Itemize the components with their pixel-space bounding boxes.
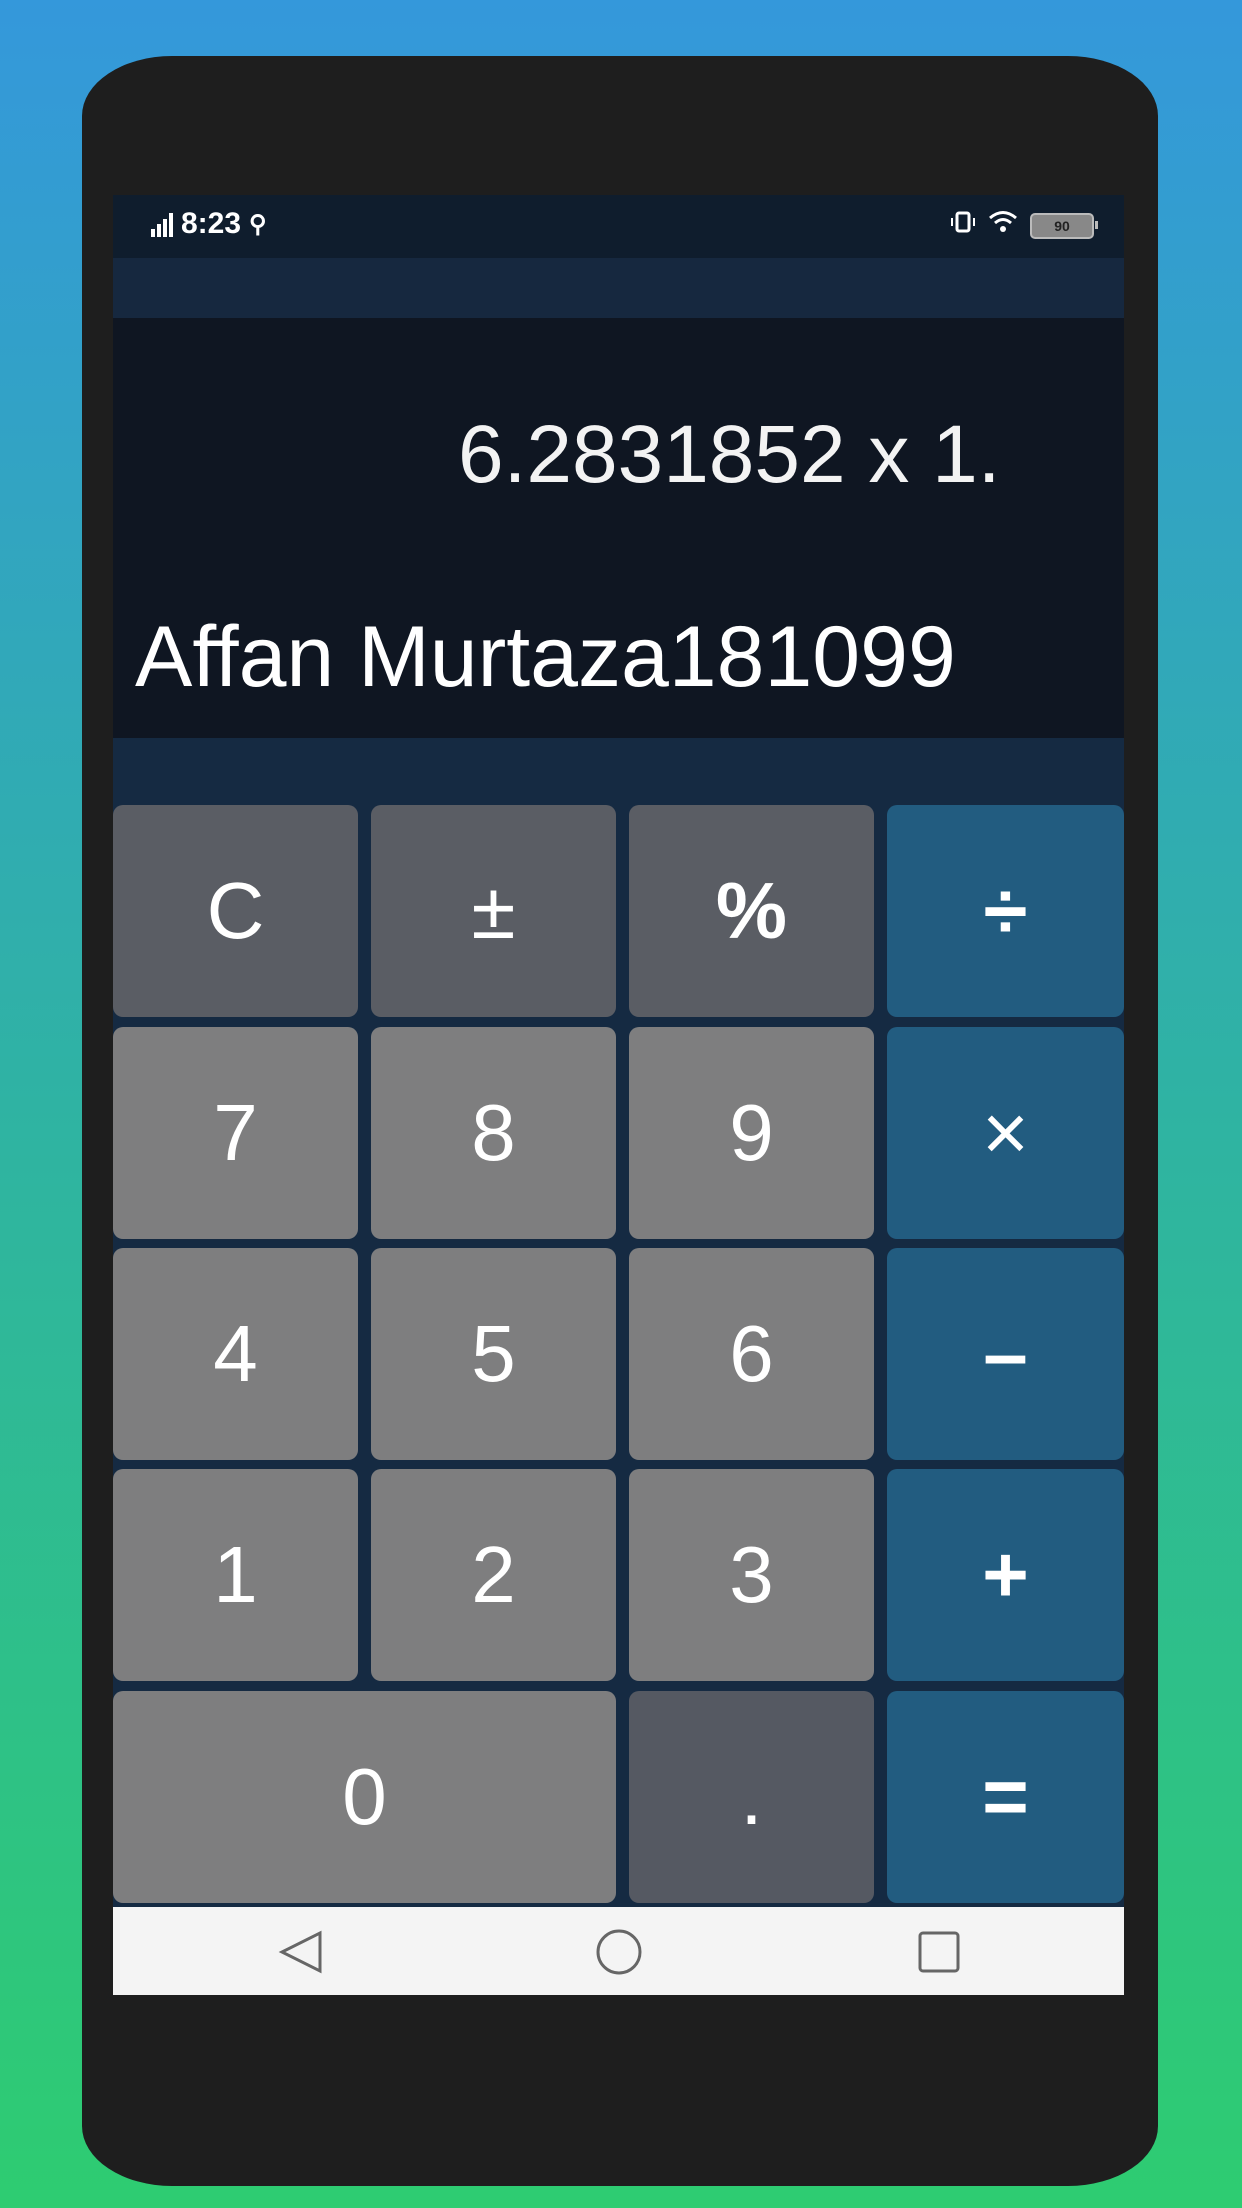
status-time: 8:23 [181, 207, 242, 240]
three-button[interactable]: 3 [629, 1469, 874, 1681]
battery-level: 90 [1054, 217, 1070, 234]
one-button[interactable]: 1 [113, 1469, 358, 1681]
five-button[interactable]: 5 [371, 1248, 616, 1460]
user-icon: ⚲ [249, 210, 267, 238]
app-bar [113, 258, 1124, 318]
phone-screen: 8:23 ⚲ 90 6.2831852 x 1. Affan Murtaza18… [113, 195, 1124, 1995]
six-button[interactable]: 6 [629, 1248, 874, 1460]
decimal-button[interactable]: . [629, 1691, 874, 1903]
multiply-button[interactable]: × [887, 1027, 1124, 1239]
vibrate-icon [950, 209, 976, 242]
four-button[interactable]: 4 [113, 1248, 358, 1460]
status-left: 8:23 ⚲ [151, 207, 267, 241]
seven-button[interactable]: 7 [113, 1027, 358, 1239]
home-circle-icon[interactable] [591, 1927, 647, 1977]
result-text: Affan Murtaza181099 [135, 609, 956, 705]
status-right: 90 [950, 209, 1098, 242]
back-triangle-icon[interactable] [273, 1927, 329, 1977]
navigation-bar [113, 1907, 1124, 1995]
signal-icon [151, 211, 173, 237]
recents-square-icon[interactable] [911, 1927, 967, 1977]
nine-button[interactable]: 9 [629, 1027, 874, 1239]
keypad: C ± % ÷ 7 8 9 × 4 5 6 – 1 2 3 + 0 . = [113, 805, 1124, 1905]
subtract-button[interactable]: – [887, 1248, 1124, 1460]
percent-button[interactable]: % [629, 805, 874, 1017]
two-button[interactable]: 2 [371, 1469, 616, 1681]
plus-minus-button[interactable]: ± [371, 805, 616, 1017]
eight-button[interactable]: 8 [371, 1027, 616, 1239]
divide-button[interactable]: ÷ [887, 805, 1124, 1017]
equals-button[interactable]: = [887, 1691, 1124, 1903]
expression-text: 6.2831852 x 1. [458, 409, 1001, 500]
status-bar: 8:23 ⚲ 90 [113, 195, 1124, 258]
add-button[interactable]: + [887, 1469, 1124, 1681]
zero-button[interactable]: 0 [113, 1691, 616, 1903]
clear-button[interactable]: C [113, 805, 358, 1017]
wifi-icon [988, 210, 1018, 241]
battery-icon: 90 [1030, 212, 1098, 239]
calculator-display: 6.2831852 x 1. Affan Murtaza181099 [113, 318, 1124, 738]
